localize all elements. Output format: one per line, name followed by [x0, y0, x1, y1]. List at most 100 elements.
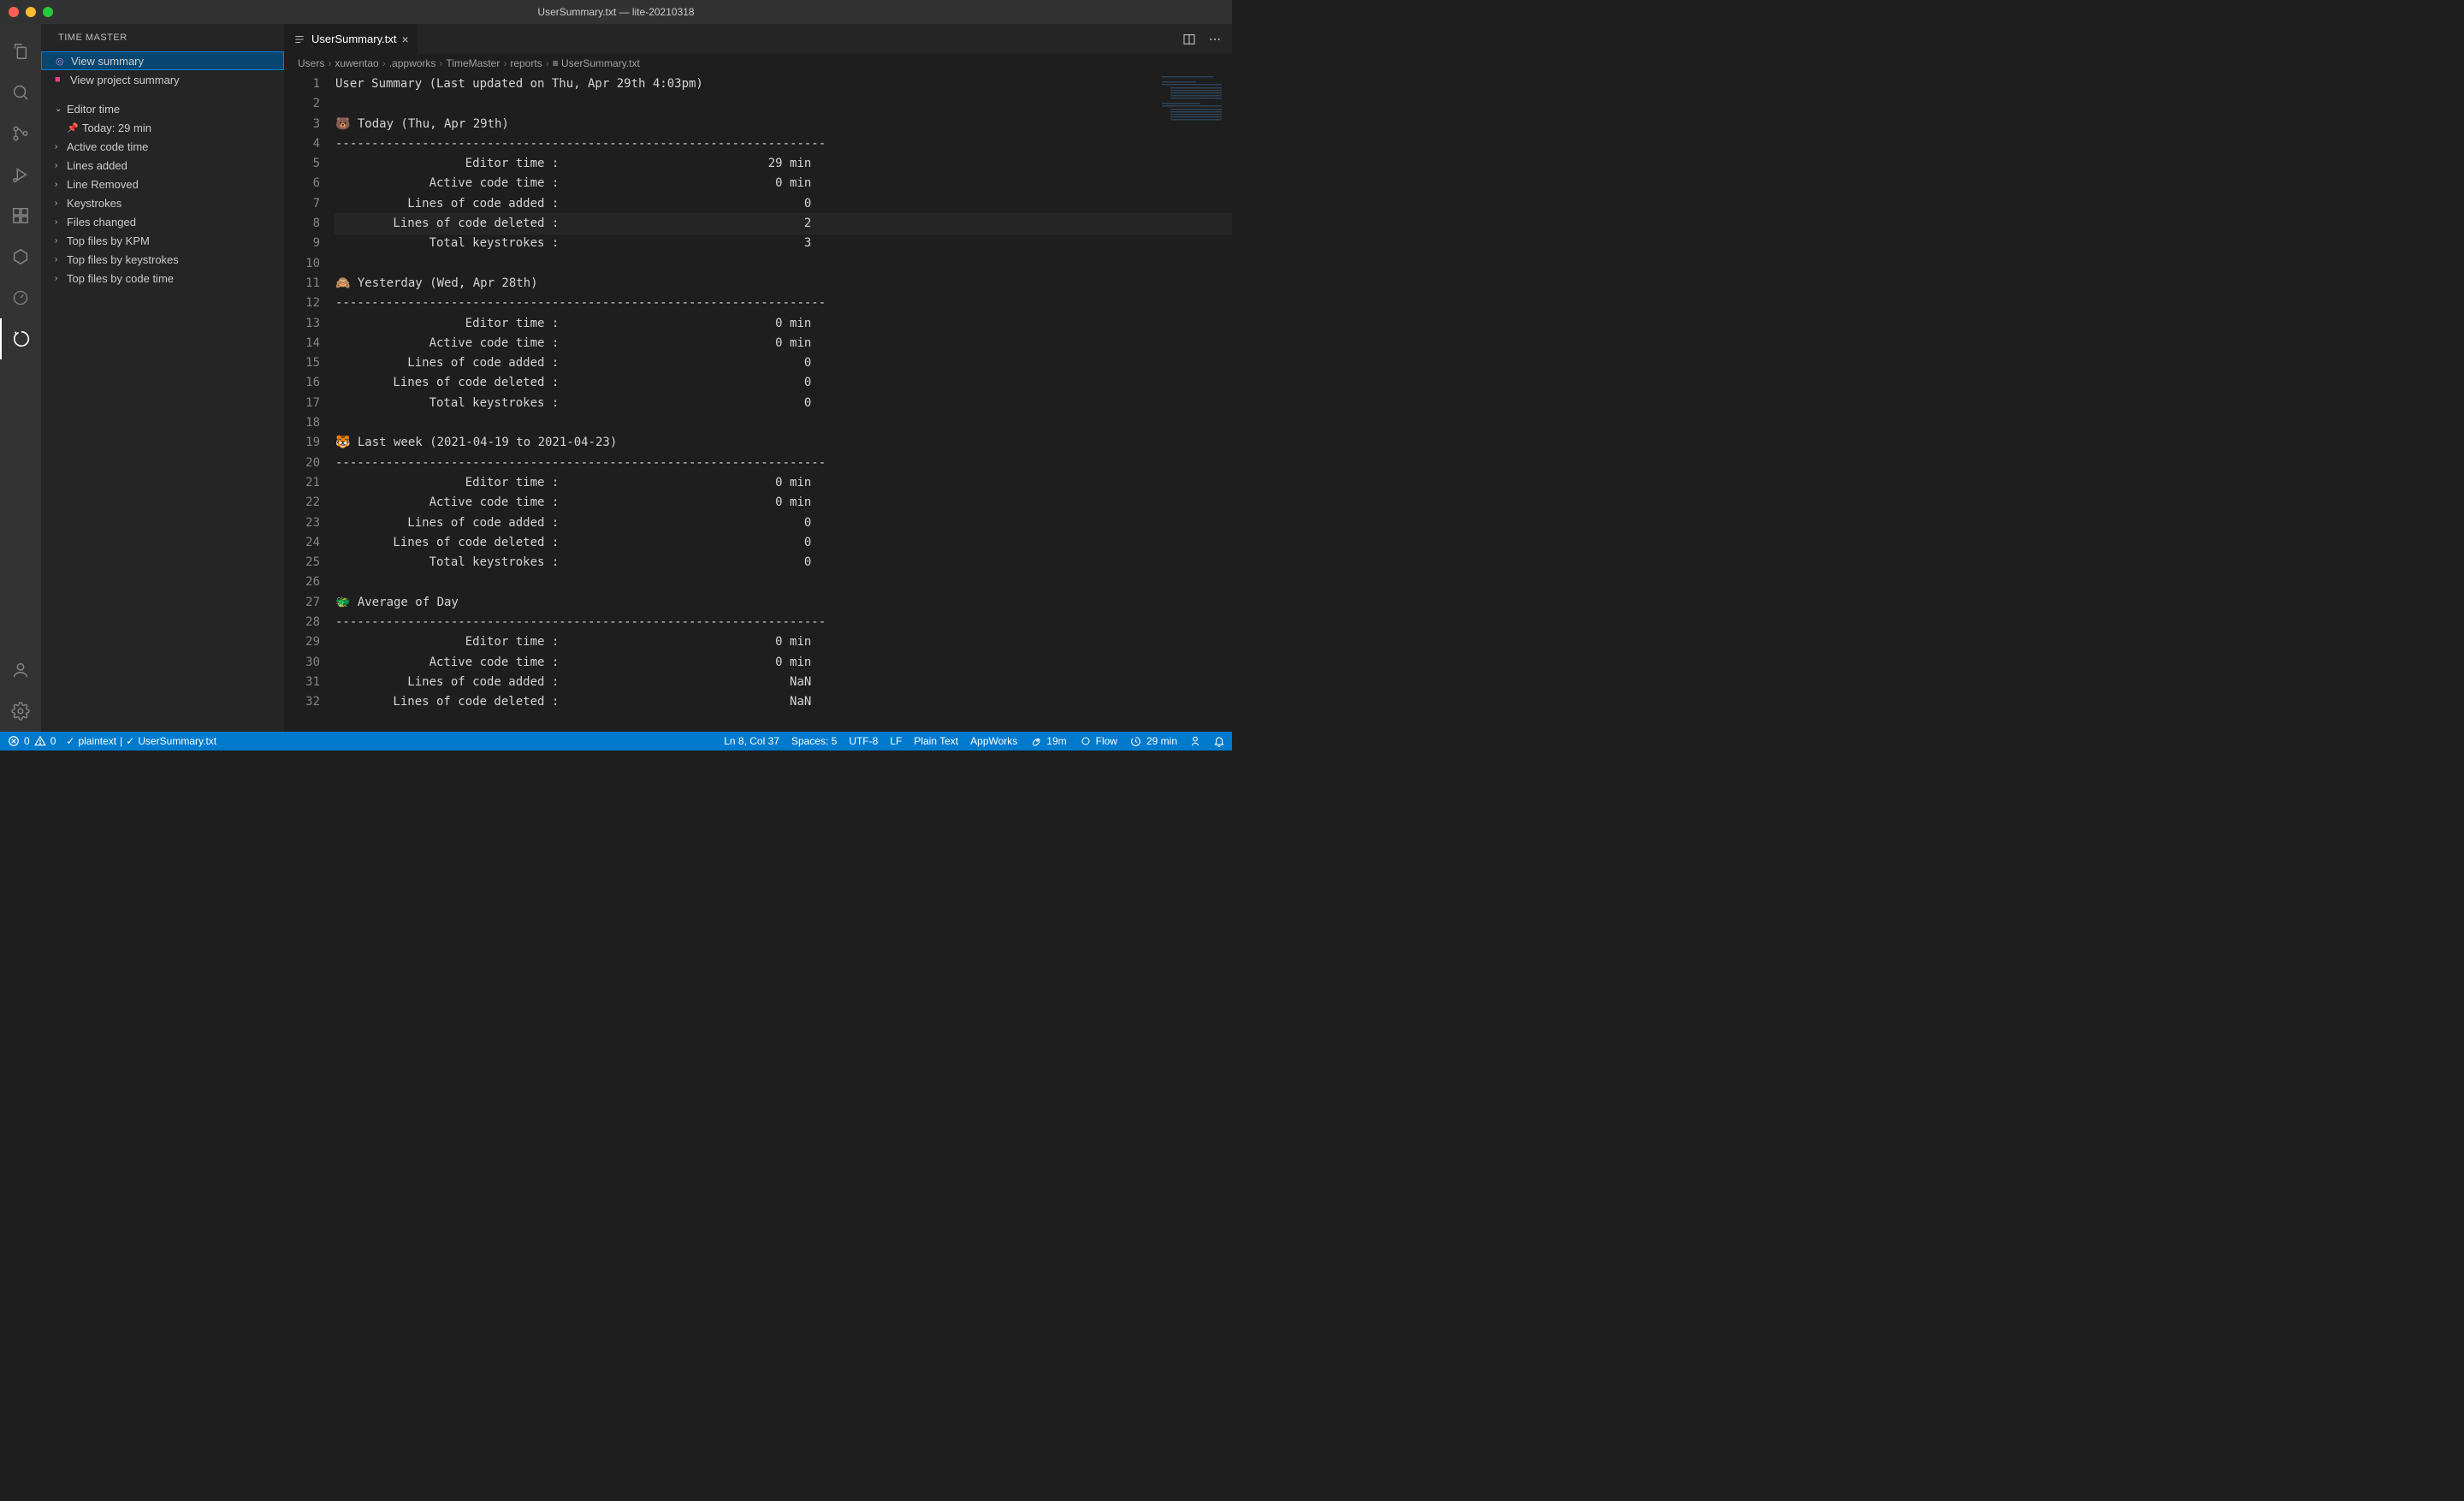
breadcrumb-segment[interactable]: TimeMaster	[446, 57, 500, 69]
code-line: Active code time : 0 min	[335, 174, 1232, 193]
chevron-right-icon: ›	[55, 142, 67, 151]
file-mode-indicator[interactable]: Plain Text	[914, 735, 958, 747]
sidebar-item-lines-added[interactable]: ›Lines added	[41, 156, 284, 175]
line-number: 25	[284, 553, 320, 573]
bullet-icon: ◎	[56, 56, 68, 67]
breadcrumb-separator: ›	[439, 57, 442, 69]
sidebar-item-active-code-time[interactable]: ›Active code time	[41, 137, 284, 156]
line-number: 5	[284, 154, 320, 174]
warning-icon	[33, 734, 47, 748]
code-line: Editor time : 0 min	[335, 314, 1232, 334]
breadcrumb-segment[interactable]: .appworks	[389, 57, 436, 69]
code-line	[335, 573, 1232, 592]
line-number: 3	[284, 115, 320, 134]
tab-label: UserSummary.txt	[311, 33, 396, 45]
timer-icon[interactable]	[0, 318, 41, 359]
code-line: Lines of code deleted : 0	[335, 533, 1232, 553]
breadcrumb-segment[interactable]: ≡ UserSummary.txt	[553, 57, 640, 69]
sidebar-item-view-project-summary[interactable]: ■View project summary	[41, 70, 284, 89]
eol-indicator[interactable]: LF	[890, 735, 902, 747]
line-number: 12	[284, 294, 320, 313]
code-line	[335, 254, 1232, 274]
indentation-indicator[interactable]: Spaces: 5	[791, 735, 837, 747]
sidebar-item-line-removed[interactable]: ›Line Removed	[41, 175, 284, 193]
more-actions-icon[interactable]	[1208, 33, 1222, 46]
account-icon[interactable]	[0, 650, 41, 691]
split-editor-icon[interactable]	[1182, 33, 1196, 46]
line-number: 7	[284, 194, 320, 214]
search-icon[interactable]	[0, 72, 41, 113]
chevron-right-icon: ›	[55, 199, 67, 208]
rocket-icon	[1029, 734, 1043, 748]
meter-icon[interactable]	[0, 277, 41, 318]
feedback-icon[interactable]	[1189, 735, 1201, 747]
source-control-icon[interactable]	[0, 113, 41, 154]
line-number: 27	[284, 593, 320, 613]
code-line: Lines of code added : 0	[335, 194, 1232, 214]
line-number: 14	[284, 334, 320, 353]
code-line: Total keystrokes : 0	[335, 394, 1232, 413]
minimize-window-button[interactable]	[26, 7, 36, 17]
settings-gear-icon[interactable]	[0, 691, 41, 732]
maximize-window-button[interactable]	[43, 7, 53, 17]
flow-indicator[interactable]: Flow	[1079, 734, 1117, 748]
extensions-icon[interactable]	[0, 195, 41, 236]
code-line: Editor time : 0 min	[335, 473, 1232, 493]
code-line: 🐲 Average of Day	[335, 593, 1232, 613]
language-mode-indicator[interactable]: ✓ plaintext | ✓ UserSummary.txt	[66, 735, 216, 747]
code-line: Total keystrokes : 3	[335, 234, 1232, 253]
debug-icon[interactable]	[0, 154, 41, 195]
breadcrumb-segment[interactable]: Users	[298, 57, 324, 69]
code-line: 🙈 Yesterday (Wed, Apr 28th)	[335, 274, 1232, 294]
sidebar-item-top-files-by-keystrokes[interactable]: ›Top files by keystrokes	[41, 250, 284, 269]
sidebar-leaf-label: Top files by keystrokes	[67, 253, 179, 266]
window-title: UserSummary.txt — lite-20210318	[537, 6, 694, 18]
minimap[interactable]	[1146, 73, 1232, 175]
problems-indicator[interactable]: 0 0	[7, 734, 56, 748]
sidebar-item-keystrokes[interactable]: ›Keystrokes	[41, 193, 284, 212]
rocket-indicator[interactable]: 19m	[1029, 734, 1066, 748]
line-number: 10	[284, 254, 320, 274]
code-content[interactable]: User Summary (Last updated on Thu, Apr 2…	[335, 73, 1232, 732]
notifications-icon[interactable]	[1213, 735, 1225, 747]
code-line: Lines of code added : NaN	[335, 673, 1232, 692]
chevron-right-icon: ›	[55, 161, 67, 170]
explorer-icon[interactable]	[0, 31, 41, 72]
breadcrumbs[interactable]: Users›xuwentao›.appworks›TimeMaster›repo…	[284, 54, 1232, 73]
chevron-right-icon: ›	[55, 180, 67, 189]
line-number: 15	[284, 353, 320, 373]
sidebar-today-time[interactable]: 📌Today: 29 min	[41, 118, 284, 137]
today-label: Today: 29 min	[82, 122, 151, 134]
close-window-button[interactable]	[9, 7, 19, 17]
section-label: Editor time	[67, 103, 120, 116]
bullet-icon: ■	[55, 74, 67, 85]
clock-indicator[interactable]: 29 min	[1129, 734, 1177, 748]
sidebar-item-top-files-by-code-time[interactable]: ›Top files by code time	[41, 269, 284, 288]
sidebar-leaf-label: Active code time	[67, 140, 148, 153]
close-tab-icon[interactable]: ×	[401, 33, 408, 46]
line-number: 11	[284, 274, 320, 294]
appworks-indicator[interactable]: AppWorks	[970, 735, 1017, 747]
breadcrumb-segment[interactable]: reports	[510, 57, 542, 69]
editor-area: UserSummary.txt × Users›xuwentao›.appwor…	[284, 24, 1232, 732]
sidebar-section-editor-time[interactable]: ⌄Editor time	[41, 99, 284, 118]
line-number-gutter: 1234567891011121314151617181920212223242…	[284, 73, 335, 732]
encoding-indicator[interactable]: UTF-8	[849, 735, 878, 747]
breadcrumb-segment[interactable]: xuwentao	[335, 57, 378, 69]
sidebar-item-top-files-by-kpm[interactable]: ›Top files by KPM	[41, 231, 284, 250]
code-line: ----------------------------------------…	[335, 134, 1232, 154]
line-number: 31	[284, 673, 320, 692]
line-number: 32	[284, 692, 320, 712]
sidebar-item-view-summary[interactable]: ◎View summary	[41, 51, 284, 70]
sidebar-leaf-label: Line Removed	[67, 178, 139, 191]
code-line: User Summary (Last updated on Thu, Apr 2…	[335, 74, 1232, 94]
sidebar-item-files-changed[interactable]: ›Files changed	[41, 212, 284, 231]
sidebar: TIME MASTER ◎View summary■View project s…	[41, 24, 284, 732]
tab-usersummary[interactable]: UserSummary.txt ×	[284, 24, 418, 54]
titlebar: UserSummary.txt — lite-20210318	[0, 0, 1232, 24]
code-line: Active code time : 0 min	[335, 493, 1232, 513]
cursor-position[interactable]: Ln 8, Col 37	[724, 735, 779, 747]
line-number: 8	[284, 214, 320, 234]
hexagon-icon[interactable]	[0, 236, 41, 277]
code-line: Active code time : 0 min	[335, 653, 1232, 673]
